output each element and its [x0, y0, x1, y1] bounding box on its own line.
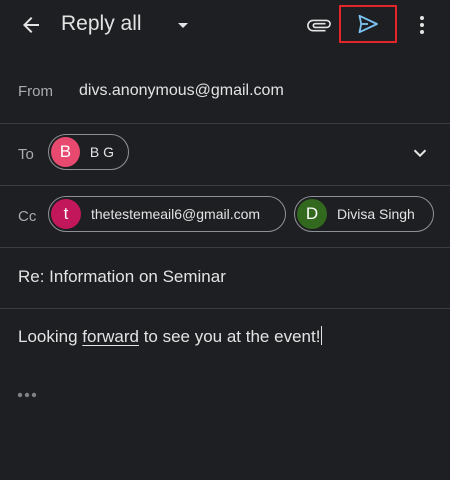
show-quoted-text-button[interactable]	[14, 384, 40, 406]
compose-title: Reply all	[61, 12, 142, 35]
ellipsis-icon	[17, 392, 37, 398]
arrow-back-icon	[23, 17, 39, 33]
message-body[interactable]: Looking forward to see you at the event!	[18, 326, 323, 347]
avatar: D	[297, 199, 327, 229]
send-icon	[358, 14, 378, 34]
recipient-chip-thetestemeail6[interactable]: t thetestemeail6@gmail.com	[48, 196, 286, 232]
attach-button[interactable]	[302, 8, 336, 42]
send-button[interactable]	[339, 5, 397, 43]
avatar: t	[51, 199, 81, 229]
subject-row: Re: Information on Seminar	[0, 248, 450, 309]
from-label: From	[18, 83, 53, 100]
more-vert-icon	[420, 16, 424, 34]
to-row: To B B G	[0, 124, 450, 186]
back-button[interactable]	[14, 8, 48, 42]
expand-recipients-button[interactable]	[405, 138, 435, 168]
recipient-chip-divisa-singh[interactable]: D Divisa Singh	[294, 196, 434, 232]
subject-field[interactable]: Re: Information on Seminar	[18, 267, 226, 287]
recipient-name: B G	[89, 144, 114, 160]
body-text-end: to see you at the event!	[138, 327, 321, 346]
more-options-button[interactable]	[408, 8, 436, 42]
body-text-start: Looking	[18, 327, 83, 346]
caret-down-icon	[178, 23, 188, 28]
to-label: To	[18, 146, 34, 163]
paperclip-icon	[307, 19, 331, 32]
spellcheck-word[interactable]: forward	[82, 327, 139, 346]
avatar: B	[51, 137, 80, 167]
from-address[interactable]: divs.anonymous@gmail.com	[79, 82, 284, 100]
text-cursor	[321, 326, 323, 345]
cc-label: Cc	[18, 208, 37, 225]
recipient-name: thetestemeail6@gmail.com	[91, 206, 261, 222]
from-row: From divs.anonymous@gmail.com	[0, 62, 450, 124]
recipient-chip-bg[interactable]: B B G	[48, 134, 129, 170]
chevron-down-icon	[413, 149, 427, 158]
cc-row: Cc t thetestemeail6@gmail.com D Divisa S…	[0, 186, 450, 248]
compose-screen: Reply all From divs.anonymous@gmail.com …	[0, 0, 450, 480]
compose-toolbar: Reply all	[0, 0, 450, 52]
recipient-name: Divisa Singh	[337, 206, 415, 222]
reply-mode-dropdown[interactable]	[168, 10, 198, 40]
